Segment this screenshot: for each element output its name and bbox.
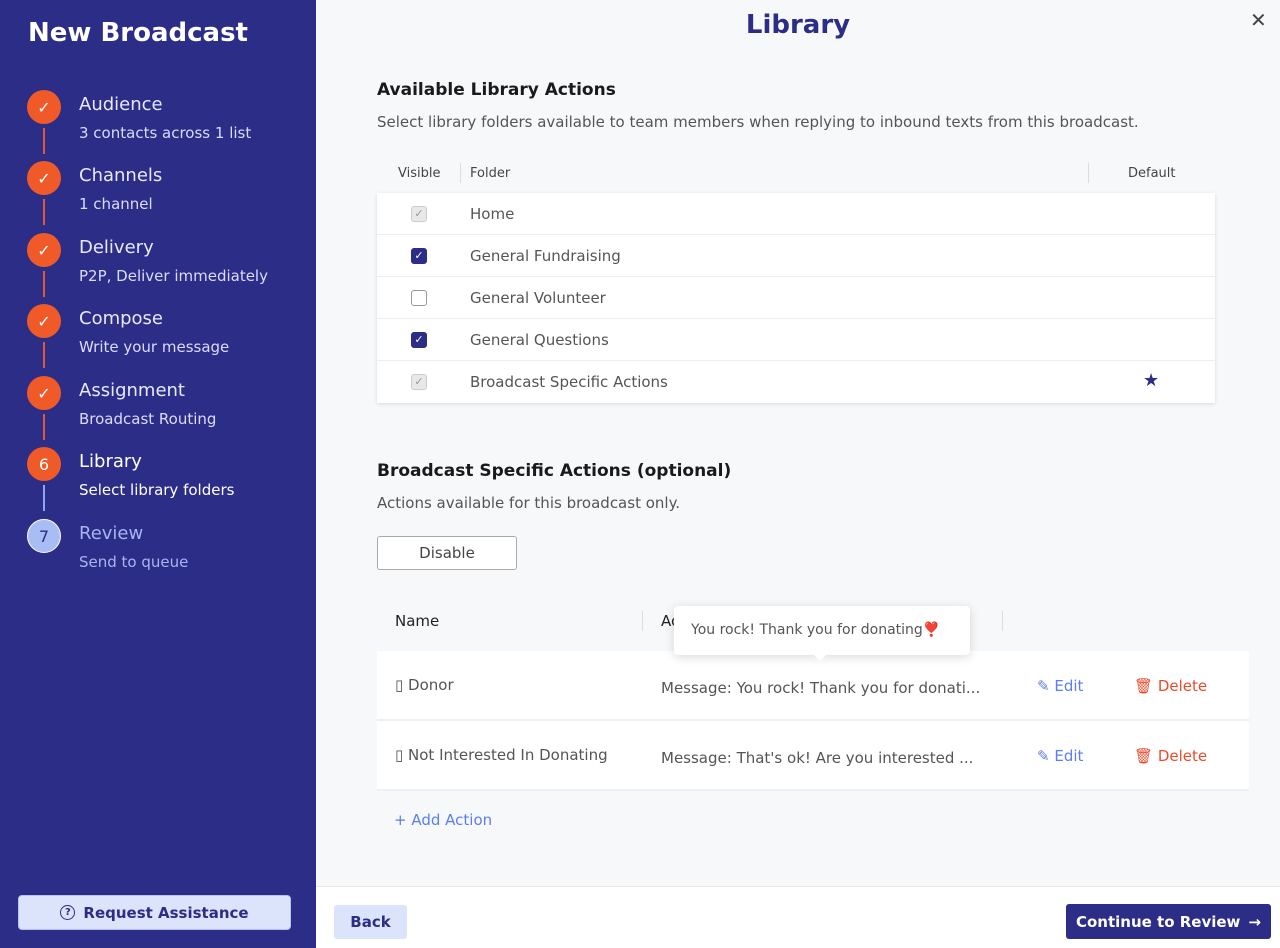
check-icon: ✓: [27, 90, 61, 124]
delete-button[interactable]: 🗑 Delete: [1134, 677, 1207, 695]
folder-row: ✓ General Fundraising: [377, 235, 1215, 277]
plus-icon: +: [394, 811, 412, 829]
step-channels[interactable]: ✓ Channels 1 channel: [27, 161, 307, 233]
step-subtitle: Send to queue: [79, 553, 189, 571]
sidebar: New Broadcast ✓ Audience 3 contacts across…: [0, 0, 316, 948]
step-subtitle: P2P, Deliver immediately: [79, 267, 268, 285]
check-icon: ✓: [27, 304, 61, 338]
step-number: 7: [27, 519, 61, 553]
folder-row: ✓ Broadcast Specific Actions ★: [377, 361, 1215, 403]
step-delivery[interactable]: ✓ Delivery P2P, Deliver immediately: [27, 233, 307, 305]
table-row: ▯ Donor Message: You rock! Thank you for …: [377, 651, 1249, 721]
back-button[interactable]: Back: [334, 905, 407, 939]
col-folder: Folder: [470, 166, 511, 181]
visible-checkbox: ✓: [411, 374, 427, 390]
edit-button[interactable]: ✎ Edit: [1037, 677, 1083, 695]
edit-button[interactable]: ✎ Edit: [1037, 747, 1083, 765]
folder-name: General Questions: [470, 331, 609, 349]
table-row: ▯ Not Interested In Donating Message: Tha…: [377, 721, 1249, 791]
arrow-right-icon: →: [1248, 912, 1261, 931]
book-icon: ▯: [395, 746, 409, 764]
footer: Back Continue to Review →: [316, 886, 1280, 948]
help-icon: ?: [60, 905, 76, 920]
visible-checkbox[interactable]: [411, 290, 427, 306]
page-title: Library: [745, 10, 851, 40]
folder-row: General Volunteer: [377, 277, 1215, 319]
col-name: Name: [395, 612, 440, 630]
specific-description: Actions available for this broadcast onl…: [377, 494, 681, 512]
trash-icon: 🗑: [1134, 747, 1158, 765]
folder-name: Home: [470, 205, 515, 223]
step-subtitle: Broadcast Routing: [79, 410, 217, 428]
step-title: Library: [79, 451, 142, 472]
continue-button[interactable]: Continue to Review →: [1066, 904, 1271, 939]
delete-button[interactable]: 🗑 Delete: [1134, 747, 1207, 765]
step-title: Delivery: [79, 237, 154, 258]
step-audience[interactable]: ✓ Audience 3 contacts across 1 list: [27, 90, 307, 162]
action-name: ▯ Not Interested In Donating: [395, 746, 608, 764]
sidebar-title: New Broadcast: [28, 18, 248, 48]
action-message[interactable]: Message: You rock! Thank you for donati.…: [661, 679, 980, 697]
folder-row: ✓ Home: [377, 193, 1215, 235]
trash-icon: 🗑: [1134, 677, 1158, 695]
step-title: Compose: [79, 308, 164, 329]
step-compose[interactable]: ✓ Compose Write your message: [27, 304, 307, 376]
request-assistance-button[interactable]: ? Request Assistance: [18, 895, 291, 930]
folder-row: ✓ General Questions: [377, 319, 1215, 361]
step-library[interactable]: 6 Library Select library folders: [27, 447, 307, 519]
add-action-button[interactable]: + Add Action: [394, 811, 492, 829]
col-visible: Visible: [398, 166, 441, 181]
step-title: Channels: [79, 165, 163, 186]
disable-button[interactable]: Disable: [377, 536, 517, 570]
folder-name: General Volunteer: [470, 289, 606, 307]
pencil-icon: ✎: [1037, 747, 1055, 765]
step-subtitle: Select library folders: [79, 481, 235, 499]
specific-heading: Broadcast Specific Actions (optional): [377, 461, 732, 481]
request-label: Request Assistance: [83, 903, 249, 922]
folder-name: Broadcast Specific Actions: [470, 373, 668, 391]
step-title: Review: [79, 523, 144, 544]
check-icon: ✓: [27, 376, 61, 410]
star-icon[interactable]: ★: [1143, 370, 1159, 391]
actions-table: ▯ Donor Message: You rock! Thank you for …: [377, 651, 1249, 791]
check-icon: ✓: [27, 161, 61, 195]
step-number: 6: [27, 447, 61, 481]
library-description: Select library folders available to team…: [377, 113, 1139, 131]
close-icon[interactable]: ✕: [1250, 8, 1267, 32]
step-title: Audience: [79, 94, 163, 115]
action-name: ▯ Donor: [395, 676, 454, 694]
visible-checkbox[interactable]: ✓: [411, 248, 427, 264]
message-tooltip: You rock! Thank you for donating❣️: [674, 606, 970, 661]
check-icon: ✓: [27, 233, 61, 267]
col-default: Default: [1128, 166, 1176, 181]
visible-checkbox: ✓: [411, 206, 427, 222]
step-review[interactable]: 7 Review Send to queue: [27, 519, 307, 591]
folder-table: ✓ Home ✓ General Fundraising General Volun…: [377, 193, 1215, 403]
pencil-icon: ✎: [1037, 677, 1055, 695]
step-subtitle: 1 channel: [79, 195, 153, 213]
visible-checkbox[interactable]: ✓: [411, 332, 427, 348]
library-heading: Available Library Actions: [377, 80, 616, 100]
book-icon: ▯: [395, 676, 409, 694]
action-message[interactable]: Message: That's ok! Are you interested .…: [661, 749, 973, 767]
step-subtitle: Write your message: [79, 338, 230, 356]
folder-name: General Fundraising: [470, 247, 621, 265]
step-title: Assignment: [79, 380, 185, 401]
step-assignment[interactable]: ✓ Assignment Broadcast Routing: [27, 376, 307, 448]
step-subtitle: 3 contacts across 1 list: [79, 124, 252, 142]
